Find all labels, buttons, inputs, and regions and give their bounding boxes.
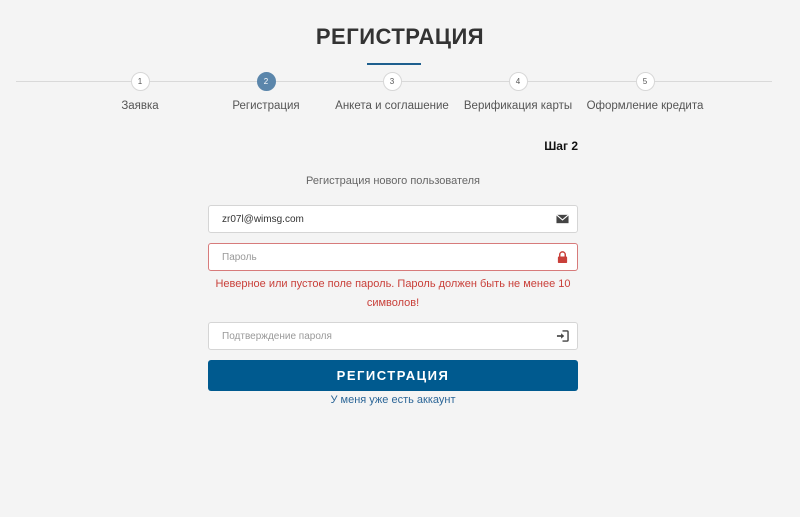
- step-label: Оформление кредита: [586, 100, 704, 112]
- title-underline: [367, 63, 421, 65]
- password-field-wrapper: [208, 243, 578, 271]
- password-field[interactable]: [209, 244, 539, 270]
- sign-in-icon: [556, 330, 569, 342]
- envelope-icon: [556, 214, 569, 224]
- register-button[interactable]: РЕГИСТРАЦИЯ: [208, 360, 578, 391]
- existing-account-link[interactable]: У меня уже есть аккаунт: [208, 394, 578, 406]
- step-number: 3: [382, 72, 402, 91]
- email-field-wrapper: [208, 205, 578, 233]
- page-title: РЕГИСТРАЦИЯ: [315, 24, 485, 49]
- confirm-password-field-wrapper: [208, 322, 578, 350]
- step-number: 5: [635, 72, 655, 91]
- step-indicator: Шаг 2: [544, 139, 578, 153]
- form-subtitle: Регистрация нового пользователя: [306, 175, 480, 187]
- step-number: 1: [130, 72, 150, 91]
- step-number: 4: [508, 72, 528, 91]
- step-number: 2: [256, 72, 276, 91]
- registration-page: РЕГИСТРАЦИЯ 1 Заявка 2 Регистрация 3 Анк…: [0, 0, 800, 517]
- confirm-password-field[interactable]: [209, 323, 539, 349]
- email-field[interactable]: [209, 206, 539, 232]
- password-error-message: Неверное или пустое поле пароль. Пароль …: [215, 278, 571, 309]
- step-5: 5 Оформление кредита: [565, 72, 725, 112]
- lock-icon: [557, 251, 568, 263]
